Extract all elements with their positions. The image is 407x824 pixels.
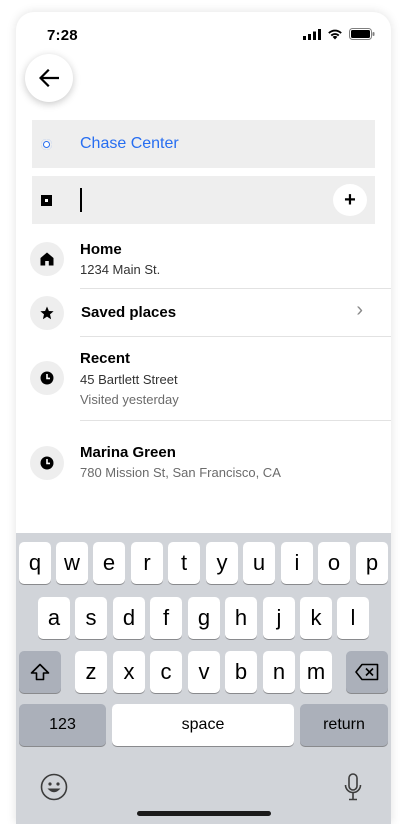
shift-key[interactable]	[19, 651, 61, 693]
key-r[interactable]: r	[131, 542, 163, 584]
destination-input[interactable]	[84, 188, 324, 212]
return-key[interactable]: return	[300, 704, 388, 746]
keyboard: q w e r t y u i o p a s d f g h j k l z …	[16, 533, 391, 824]
text-cursor	[80, 188, 82, 212]
home-icon-badge	[30, 242, 64, 276]
home-address: 1234 Main St.	[80, 262, 161, 277]
key-y[interactable]: y	[206, 542, 238, 584]
key-e[interactable]: e	[93, 542, 125, 584]
pickup-location: Chase Center	[80, 135, 179, 152]
key-i[interactable]: i	[281, 542, 313, 584]
key-c[interactable]: c	[150, 651, 182, 693]
clock-icon-badge	[30, 361, 64, 395]
phone-screen: 7:28 Chase Center + Home 1234 Main St. S…	[16, 12, 391, 824]
pickup-dot-icon	[41, 139, 52, 150]
status-bar: 7:28	[16, 12, 391, 56]
wifi-icon	[328, 29, 342, 40]
key-x[interactable]: x	[113, 651, 145, 693]
key-s[interactable]: s	[75, 597, 107, 639]
emoji-icon	[40, 773, 68, 801]
microphone-icon	[344, 773, 362, 801]
home-indicator	[137, 811, 271, 816]
recent-address: 45 Bartlett Street	[80, 372, 178, 387]
key-l[interactable]: l	[337, 597, 369, 639]
star-icon	[40, 306, 54, 320]
list-item-home[interactable]: Home 1234 Main St.	[16, 238, 391, 289]
key-g[interactable]: g	[188, 597, 220, 639]
shift-icon	[30, 663, 50, 681]
numbers-key[interactable]: 123	[19, 704, 106, 746]
plus-icon: +	[344, 188, 356, 211]
marina-title: Marina Green	[80, 444, 176, 461]
list-item-recent[interactable]: Recent 45 Bartlett Street Visited yester…	[16, 337, 391, 421]
key-u[interactable]: u	[243, 542, 275, 584]
list-item-saved-places[interactable]: Saved places ›	[16, 289, 391, 337]
signal-icon	[303, 28, 321, 40]
home-icon	[40, 252, 54, 266]
status-time: 7:28	[47, 27, 78, 44]
back-arrow-icon	[39, 69, 59, 87]
key-h[interactable]: h	[225, 597, 257, 639]
status-icons	[303, 28, 375, 40]
saved-places-title: Saved places	[81, 304, 177, 321]
battery-icon	[349, 28, 375, 40]
star-icon-badge	[30, 296, 64, 330]
chevron-right-icon: ›	[356, 299, 363, 321]
key-w[interactable]: w	[56, 542, 88, 584]
clock-icon	[40, 456, 54, 470]
key-p[interactable]: p	[356, 542, 388, 584]
key-j[interactable]: j	[263, 597, 295, 639]
dictation-button[interactable]	[337, 771, 369, 803]
key-t[interactable]: t	[168, 542, 200, 584]
backspace-key[interactable]	[346, 651, 388, 693]
key-k[interactable]: k	[300, 597, 332, 639]
space-key[interactable]: space	[112, 704, 294, 746]
pickup-field[interactable]: Chase Center	[32, 120, 375, 168]
key-d[interactable]: d	[113, 597, 145, 639]
backspace-icon	[355, 663, 379, 681]
destination-square-icon	[41, 195, 52, 206]
destination-field[interactable]: +	[32, 176, 375, 224]
divider	[80, 420, 391, 421]
clock-icon-badge	[30, 446, 64, 480]
list-item-marina-green[interactable]: Marina Green 780 Mission St, San Francis…	[16, 432, 391, 492]
key-f[interactable]: f	[150, 597, 182, 639]
key-b[interactable]: b	[225, 651, 257, 693]
emoji-button[interactable]	[38, 771, 70, 803]
add-stop-button[interactable]: +	[333, 184, 367, 216]
key-q[interactable]: q	[19, 542, 51, 584]
back-button[interactable]	[25, 54, 73, 102]
key-v[interactable]: v	[188, 651, 220, 693]
key-m[interactable]: m	[300, 651, 332, 693]
recent-note: Visited yesterday	[80, 392, 179, 407]
clock-icon	[40, 371, 54, 385]
key-o[interactable]: o	[318, 542, 350, 584]
recent-title: Recent	[80, 350, 131, 367]
key-a[interactable]: a	[38, 597, 70, 639]
home-title: Home	[80, 241, 122, 258]
key-z[interactable]: z	[75, 651, 107, 693]
key-n[interactable]: n	[263, 651, 295, 693]
marina-address: 780 Mission St, San Francisco, CA	[80, 465, 281, 480]
